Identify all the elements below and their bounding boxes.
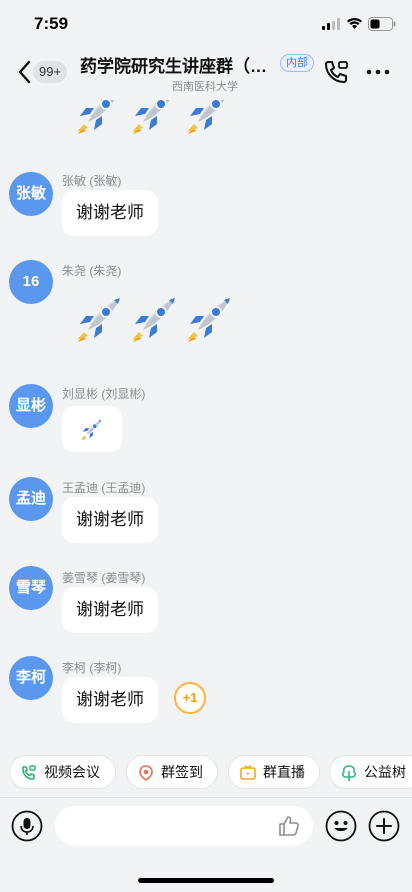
- rocket-icon: [129, 292, 181, 344]
- message-bubble[interactable]: 谢谢老师: [62, 497, 158, 543]
- rocket-icon: [74, 292, 126, 344]
- plus-one-button[interactable]: +1: [174, 682, 206, 714]
- rocket-emoji-row: [74, 100, 236, 140]
- sender-name: 张敏 (张敏): [62, 174, 122, 188]
- avatar[interactable]: 16: [9, 260, 53, 304]
- charity-tree-button[interactable]: 公益树: [329, 755, 412, 789]
- avatar[interactable]: 雪琴: [9, 566, 53, 610]
- rocket-icon: [129, 100, 181, 136]
- quick-action-label: 视频会议: [44, 764, 100, 780]
- phone-icon[interactable]: [322, 58, 350, 86]
- status-bar: 7:59: [0, 0, 412, 46]
- battery-icon: [368, 17, 396, 31]
- message-bubble[interactable]: 谢谢老师: [62, 677, 158, 723]
- status-time: 7:59: [34, 14, 69, 33]
- video-call-icon: [22, 765, 36, 780]
- rocket-icon: [184, 292, 236, 344]
- quick-action-label: 公益树: [364, 764, 406, 780]
- internal-tag: 内部: [280, 54, 314, 72]
- wifi-icon: [347, 18, 362, 29]
- avatar[interactable]: 孟迪: [9, 477, 53, 521]
- thumbs-up-icon[interactable]: [277, 814, 301, 838]
- sender-name: 刘显彬 (刘显彬): [62, 387, 146, 401]
- emoji-icon[interactable]: [325, 810, 357, 842]
- avatar[interactable]: 显彬: [9, 384, 53, 428]
- quick-action-bar: 视频会议 群签到 群直播 公益树: [0, 755, 412, 789]
- sender-name: 朱尧 (朱尧): [62, 264, 122, 278]
- chat-header: 99+ 药学院研究生讲座群（… 内部 西南医科大学: [0, 46, 412, 100]
- checkin-icon: [139, 765, 153, 781]
- quick-action-label: 群直播: [263, 764, 305, 780]
- avatar[interactable]: 张敏: [9, 172, 53, 216]
- quick-action-label: 群签到: [161, 764, 203, 780]
- rocket-emoji-row[interactable]: [74, 292, 236, 348]
- signal-icon: [322, 18, 340, 30]
- message-list[interactable]: 张敏 张敏 (张敏) 谢谢老师 16 朱尧 (朱尧) 显彬 刘显彬 (刘显彬) …: [0, 100, 412, 744]
- sender-name: 王孟迪 (王孟迪): [62, 481, 146, 495]
- message-bubble[interactable]: 谢谢老师: [62, 190, 158, 236]
- tree-icon: [342, 765, 356, 781]
- rocket-icon: [74, 100, 126, 136]
- avatar[interactable]: 李柯: [9, 656, 53, 700]
- message-bubble[interactable]: [62, 406, 122, 452]
- group-live-button[interactable]: 群直播: [228, 755, 320, 789]
- microphone-icon[interactable]: [11, 810, 43, 842]
- group-checkin-button[interactable]: 群签到: [126, 755, 218, 789]
- video-conference-button[interactable]: 视频会议: [9, 755, 116, 789]
- sender-name: 李柯 (李柯): [62, 661, 122, 675]
- message-input[interactable]: [55, 806, 313, 846]
- chat-subtitle: 西南医科大学: [172, 81, 238, 93]
- more-icon[interactable]: [364, 60, 392, 84]
- rocket-icon: [184, 100, 236, 136]
- sender-name: 姜雪琴 (姜雪琴): [62, 571, 146, 585]
- unread-count-badge[interactable]: 99+: [33, 61, 68, 83]
- home-indicator: [138, 878, 274, 883]
- live-icon: [240, 764, 256, 780]
- message-bubble[interactable]: 谢谢老师: [62, 587, 158, 633]
- rocket-icon: [80, 417, 104, 441]
- chat-title[interactable]: 药学院研究生讲座群（…: [80, 52, 276, 77]
- plus-icon[interactable]: [368, 810, 400, 842]
